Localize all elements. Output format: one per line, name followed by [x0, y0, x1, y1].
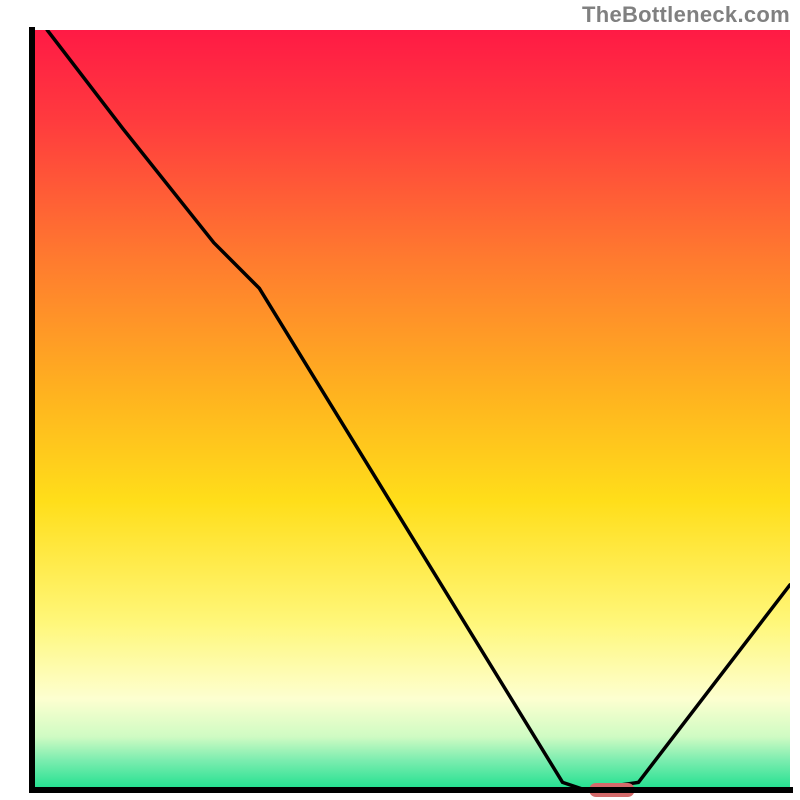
plot-background — [32, 30, 790, 790]
watermark-text: TheBottleneck.com — [582, 2, 790, 28]
bottleneck-chart — [0, 0, 800, 800]
